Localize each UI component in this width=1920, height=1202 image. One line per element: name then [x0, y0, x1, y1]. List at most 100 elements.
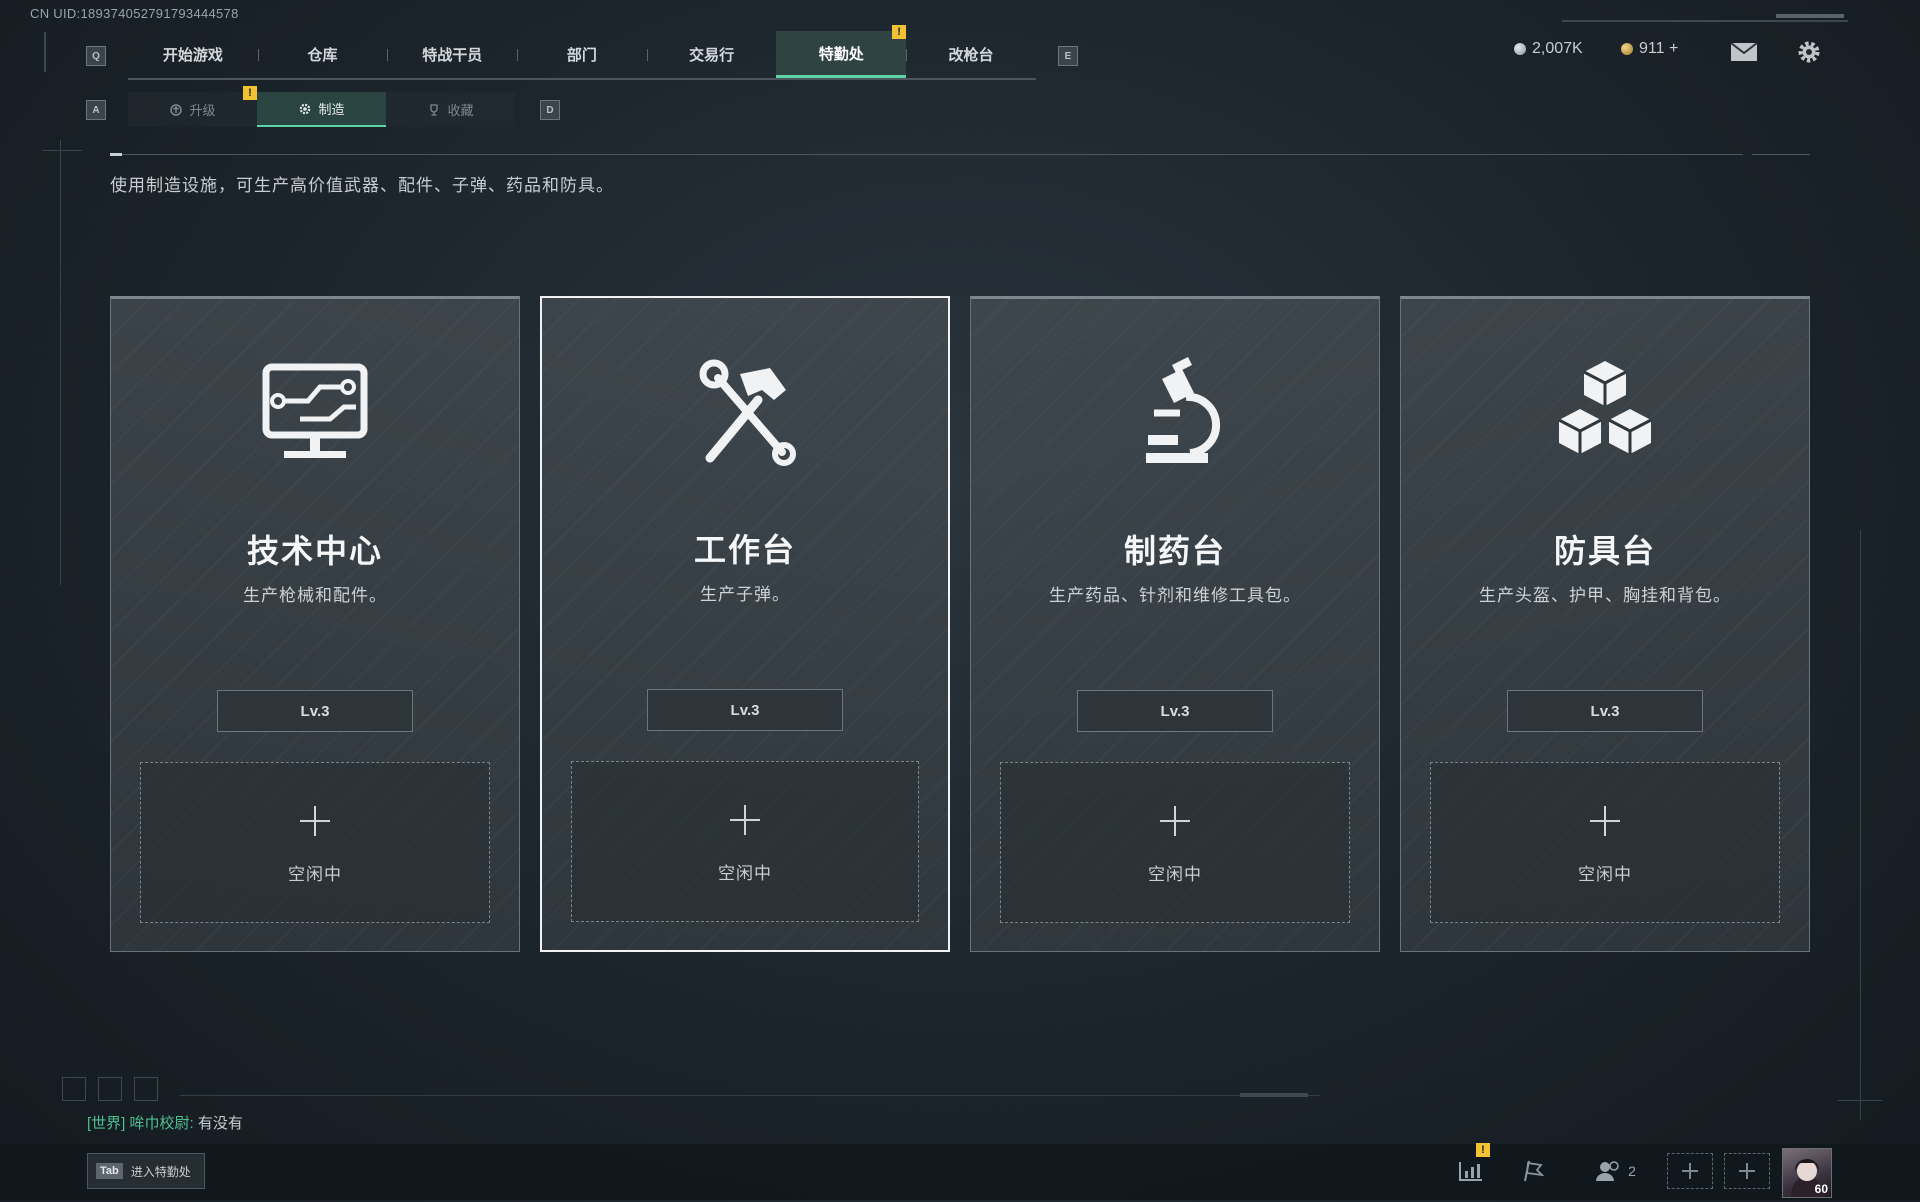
warning-badge: ! [1476, 1143, 1490, 1157]
production-slot[interactable]: 空闲中 [1430, 762, 1780, 923]
station-level-badge[interactable]: Lv.3 [1507, 690, 1703, 732]
right-decor-cross [1838, 1100, 1882, 1101]
hammer-wrench-icon [699, 359, 796, 466]
header-divider-end [1752, 154, 1810, 155]
slot-status: 空闲中 [1148, 865, 1202, 884]
warning-badge: ! [243, 86, 257, 100]
subtab-upgrade[interactable]: 升级 ! [128, 86, 257, 127]
tab-start-game[interactable]: 开始游戏 [128, 31, 258, 78]
tab-trading[interactable]: 交易行 [646, 31, 777, 78]
add-icon [730, 805, 760, 835]
subnav-prev-key[interactable]: A [86, 100, 106, 120]
station-subtitle: 生产枪械和配件。 [243, 586, 387, 605]
gold-amount: 911 + [1639, 40, 1679, 57]
chat-divider-accent [1240, 1093, 1308, 1097]
station-subtitle: 生产头盔、护甲、胸挂和背包。 [1479, 586, 1731, 605]
bar-chart-icon [1459, 1162, 1482, 1181]
station-title: 技术中心 [246, 533, 383, 569]
production-slot[interactable]: 空闲中 [1000, 762, 1350, 923]
top-right-divider-accent [1776, 14, 1844, 18]
subtab-collection[interactable]: 收藏 [386, 92, 515, 127]
plus-icon [1682, 1163, 1698, 1179]
coin-icon [1514, 43, 1526, 55]
upgrade-icon [170, 103, 183, 116]
subnav-next-key[interactable]: D [540, 100, 560, 120]
subtab-upgrade-label: 升级 [189, 103, 216, 118]
subtab-collection-label: 收藏 [447, 103, 474, 118]
trophy-icon [430, 103, 439, 116]
chat-sender: 哞巾校尉: [129, 1115, 194, 1132]
add-squad-slot-button[interactable] [1724, 1153, 1770, 1189]
chat-channel: [世界] [87, 1115, 126, 1132]
tab-warehouse[interactable]: 仓库 [257, 31, 388, 78]
production-slot[interactable]: 空闲中 [571, 761, 919, 922]
production-slot[interactable]: 空闲中 [140, 762, 490, 923]
stats-button[interactable]: ! [1448, 1143, 1494, 1189]
subtab-craft[interactable]: 制造 [257, 92, 386, 127]
add-icon [1160, 806, 1190, 836]
microscope-icon [1146, 357, 1220, 463]
station-level-badge[interactable]: Lv.3 [647, 689, 843, 731]
sub-nav: 升级 ! 制造 收藏 [128, 86, 515, 127]
station-card-workbench[interactable]: 工作台 生产子弹。 Lv.3 空闲中 [540, 296, 950, 952]
gold-balance[interactable]: 911 + [1621, 40, 1678, 58]
player-avatar[interactable]: 60 [1782, 1148, 1832, 1198]
friends-icon [1596, 1161, 1619, 1181]
slot-status: 空闲中 [288, 865, 342, 884]
tab-operators[interactable]: 特战干员 [387, 31, 517, 78]
station-card-armor[interactable]: 防具台 生产头盔、护甲、胸挂和背包。 Lv.3 空闲中 [1400, 296, 1810, 952]
chat-message: 有没有 [197, 1115, 243, 1132]
station-subtitle: 生产子弹。 [700, 585, 790, 604]
station-card-pharmacy[interactable]: 制药台 生产药品、针剂和维修工具包。 Lv.3 空闲中 [970, 296, 1380, 952]
slot-status: 空闲中 [1578, 865, 1632, 884]
right-decor-line [1860, 530, 1861, 1120]
tab-special-ops[interactable]: 特勤处 ! [776, 25, 907, 78]
station-card-tech-center[interactable]: 技术中心 生产枪械和配件。 Lv.3 空闲中 [110, 296, 520, 952]
station-title: 制药台 [1123, 533, 1226, 569]
left-decor-line [60, 140, 61, 585]
friends-count: 2 [1628, 1163, 1636, 1179]
enter-special-ops-label: 进入特勤处 [130, 1164, 191, 1179]
header-divider-accent [110, 153, 122, 156]
top-right-divider [1562, 20, 1848, 22]
tab-key-hint: Tab [96, 1163, 123, 1179]
left-decor-cross [42, 150, 82, 151]
slot-status: 空闲中 [718, 864, 772, 883]
chat-filter-box[interactable] [62, 1077, 86, 1101]
chat-filter-box[interactable] [134, 1077, 158, 1101]
flag-button[interactable] [1510, 1153, 1556, 1189]
coin-amount: 2,007K [1532, 40, 1583, 57]
plus-icon [1739, 1163, 1755, 1179]
subtab-craft-label: 制造 [318, 102, 345, 117]
enter-special-ops-button[interactable]: Tab 进入特勤处 [87, 1153, 205, 1189]
computer-icon [262, 363, 368, 458]
gold-coin-icon [1621, 43, 1633, 55]
coin-balance[interactable]: 2,007K [1514, 40, 1583, 58]
settings-gear-icon[interactable] [1796, 39, 1822, 65]
mail-icon[interactable] [1730, 42, 1758, 62]
add-icon [300, 806, 330, 836]
chat-divider [180, 1095, 1320, 1096]
gear-icon [300, 103, 311, 114]
station-level-badge[interactable]: Lv.3 [1077, 690, 1273, 732]
friends-button[interactable]: 2 [1586, 1153, 1646, 1189]
station-title: 工作台 [693, 532, 796, 568]
page-description: 使用制造设施，可生产高价值武器、配件、子弹、药品和防具。 [110, 176, 614, 195]
add-icon [1590, 806, 1620, 836]
tab-special-ops-label: 特勤处 [818, 45, 864, 63]
station-subtitle: 生产药品、针剂和维修工具包。 [1049, 586, 1301, 605]
chat-filter-box[interactable] [98, 1077, 122, 1101]
nav-prev-key[interactable]: Q [86, 46, 106, 66]
boxes-icon [1558, 361, 1652, 454]
tab-gunsmith[interactable]: 改枪台 [906, 31, 1036, 78]
player-uid: CN UID:189374052791793444578 [30, 6, 239, 21]
nav-next-key[interactable]: E [1058, 46, 1078, 66]
tab-department[interactable]: 部门 [517, 31, 647, 78]
header-divider [110, 154, 1743, 155]
player-level: 60 [1814, 1182, 1828, 1196]
add-squad-slot-button[interactable] [1667, 1153, 1713, 1189]
chat-line[interactable]: [世界] 哞巾校尉: 有没有 [87, 1112, 243, 1133]
left-decor-tick [44, 32, 46, 72]
station-title: 防具台 [1553, 533, 1656, 569]
station-level-badge[interactable]: Lv.3 [217, 690, 413, 732]
